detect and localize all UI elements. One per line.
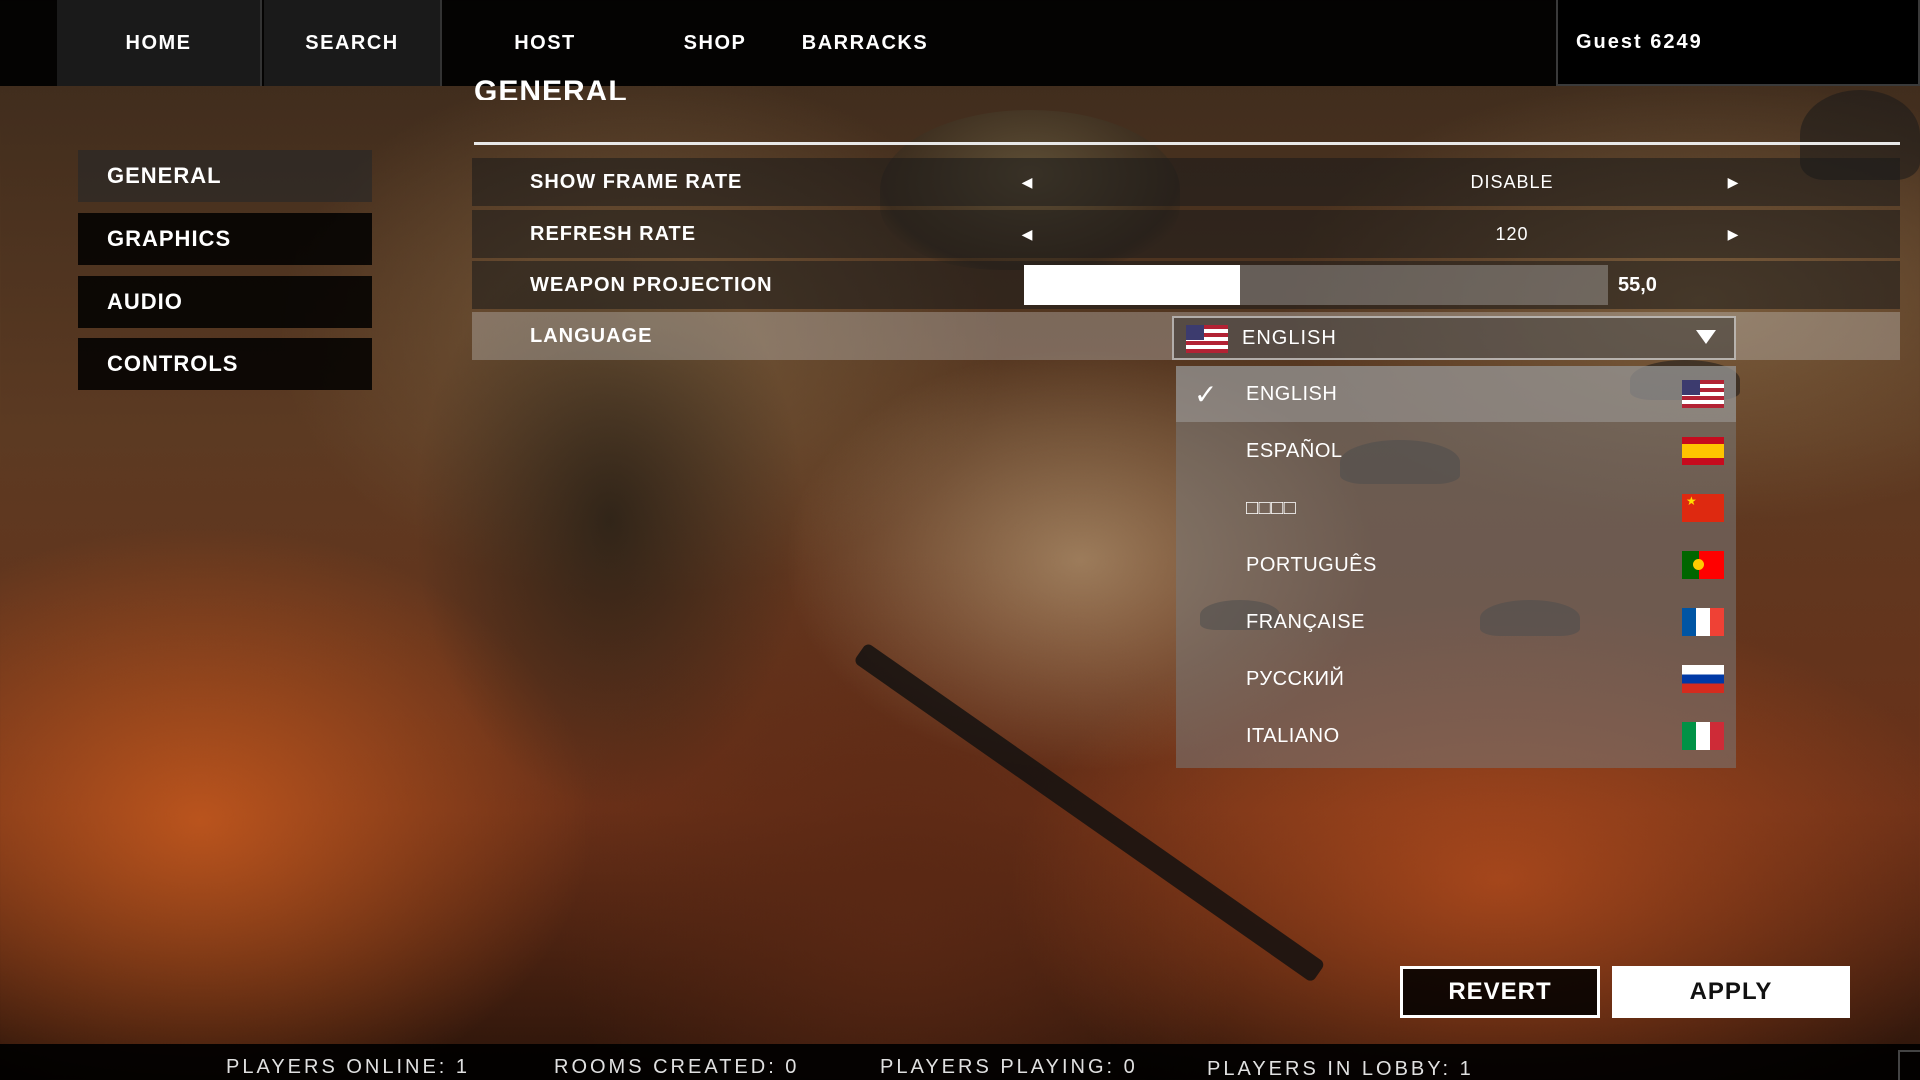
frame-rate-next-arrow-icon[interactable]: ▶ [1718, 158, 1748, 206]
nav-search[interactable]: SEARCH [264, 0, 442, 86]
pt-flag-icon [1682, 551, 1724, 579]
sidebar-item-graphics[interactable]: GRAPHICS [78, 213, 372, 265]
frame-rate-value: DISABLE [1470, 171, 1554, 192]
cn-flag-icon [1682, 494, 1724, 522]
language-option-label: ITALIANO [1246, 724, 1340, 747]
apply-button[interactable]: APPLY [1612, 966, 1850, 1018]
us-flag-icon [1186, 325, 1228, 353]
players-playing-status: PLAYERS PLAYING: 0 [880, 1056, 1138, 1078]
refresh-rate-prev-arrow-icon[interactable]: ◀ [1012, 210, 1042, 258]
language-option[interactable]: ✓ ENGLISH [1176, 366, 1736, 422]
language-option-label: FRANÇAISE [1246, 610, 1365, 633]
caret-down-icon[interactable] [1696, 330, 1716, 344]
revert-button[interactable]: REVERT [1400, 966, 1600, 1018]
language-option-label: PORTUGUÊS [1246, 553, 1377, 576]
language-select[interactable]: ENGLISH [1172, 316, 1736, 360]
language-label: LANGUAGE [530, 324, 653, 347]
sidebar-item-general[interactable]: GENERAL [78, 150, 372, 202]
language-option-label: ENGLISH [1246, 382, 1338, 405]
weapon-projection-value: 55,0 [1618, 273, 1657, 296]
language-option[interactable]: ESPAÑOL [1176, 423, 1736, 479]
language-option-label: РУССКИЙ [1246, 667, 1345, 690]
weapon-projection-slider-fill [1024, 265, 1241, 305]
fr-flag-icon [1682, 608, 1724, 636]
language-option-label: □□□□ [1246, 496, 1297, 519]
language-option[interactable]: PORTUGUÊS [1176, 537, 1736, 593]
language-option[interactable]: ITALIANO [1176, 708, 1736, 764]
user-name-box[interactable]: Guest 6249 [1556, 0, 1920, 86]
status-bar: PLAYERS ONLINE: 1 ROOMS CREATED: 0 PLAYE… [0, 1044, 1920, 1080]
setting-row-frame-rate: SHOW FRAME RATE ◀ DISABLE ▶ [472, 158, 1900, 206]
language-option[interactable]: □□□□ [1176, 480, 1736, 536]
us-flag-icon [1682, 380, 1724, 408]
language-option[interactable]: РУССКИЙ [1176, 651, 1736, 707]
refresh-rate-label: REFRESH RATE [530, 222, 697, 245]
players-online-status: PLAYERS ONLINE: 1 [226, 1056, 471, 1078]
rooms-created-status: ROOMS CREATED: 0 [554, 1056, 800, 1078]
weapon-projection-label: WEAPON PROJECTION [530, 273, 773, 296]
weapon-projection-slider[interactable] [1024, 265, 1608, 305]
language-option[interactable]: FRANÇAISE [1176, 594, 1736, 650]
section-title: GENERAL [474, 75, 628, 100]
nav-home[interactable]: HOME [57, 0, 262, 86]
frame-rate-label: SHOW FRAME RATE [530, 170, 743, 193]
language-dropdown: ✓ ENGLISH ESPAÑOL □□□□ PORTUGUÊS FRANÇAISE РУС… [1176, 366, 1736, 768]
frame-rate-prev-arrow-icon[interactable]: ◀ [1012, 158, 1042, 206]
sidebar-item-controls[interactable]: CONTROLS [78, 338, 372, 390]
status-corner-decoration [1898, 1050, 1920, 1080]
ru-flag-icon [1682, 665, 1724, 693]
nav-barracks[interactable]: BARRACKS [790, 0, 940, 86]
setting-row-refresh-rate: REFRESH RATE ◀ 120 ▶ [472, 210, 1900, 258]
players-in-lobby-status: PLAYERS IN LOBBY: 1 [1207, 1058, 1474, 1080]
language-selected-value: ENGLISH [1242, 326, 1337, 349]
language-option-label: ESPAÑOL [1246, 439, 1343, 462]
es-flag-icon [1682, 437, 1724, 465]
check-icon: ✓ [1194, 379, 1218, 410]
refresh-rate-value: 120 [1495, 223, 1529, 244]
nav-shop[interactable]: SHOP [650, 0, 780, 86]
refresh-rate-next-arrow-icon[interactable]: ▶ [1718, 210, 1748, 258]
top-nav-bar: HOME SEARCH HOST SHOP BARRACKS Guest 624… [0, 0, 1920, 86]
title-divider [474, 142, 1900, 145]
it-flag-icon [1682, 722, 1724, 750]
sidebar-item-audio[interactable]: AUDIO [78, 276, 372, 328]
